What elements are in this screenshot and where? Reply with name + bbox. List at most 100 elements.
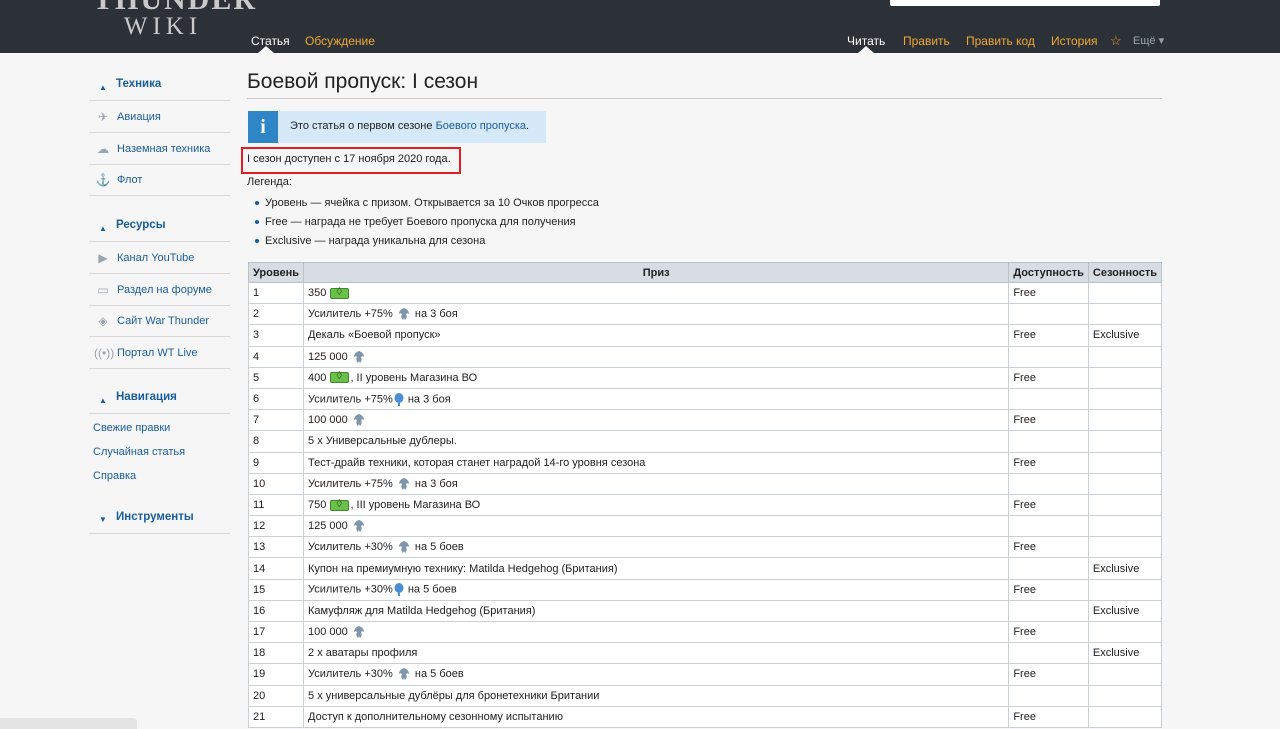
sidebar-item-wt-live[interactable]: ((•)) Портал WT Live [89, 338, 230, 369]
bullet-icon [255, 239, 259, 244]
prize-text: Тест-драйв техники, которая станет награ… [308, 456, 646, 469]
sidebar-section-resources[interactable]: ▲ Ресурсы [89, 213, 230, 242]
sidebar-link-random-article[interactable]: Случайная статья [93, 446, 185, 458]
sidebar-link-help[interactable]: Справка [93, 470, 136, 482]
prize-text: 100 000 [308, 626, 348, 638]
sidebar-item-label: Авиация [117, 111, 161, 123]
cell-level: 18 [247, 642, 305, 665]
cell-seasonality [1087, 387, 1163, 411]
research-points-icon [352, 519, 366, 533]
sidebar-item-label: Флот [117, 174, 143, 186]
table-header-row: Уровень Приз Доступность Сезонность [247, 262, 1163, 283]
table-row: 11750 , III уровень Магазина ВОFree [247, 493, 1163, 517]
notice-prefix: Это статья о первом сезоне [290, 120, 436, 132]
research-points-icon [352, 413, 366, 427]
cell-availability: Free [1008, 620, 1089, 644]
more-menu[interactable]: Ещё ▾ [1133, 34, 1164, 47]
legend-label: Легенда: [247, 176, 292, 188]
balloon-booster-icon [394, 392, 404, 406]
prize-text: Усилитель +30% [308, 541, 393, 554]
legend-item: Уровень — ячейка с призом. Открывается з… [255, 197, 599, 209]
cell-seasonality [1087, 663, 1163, 686]
cell-seasonality: Exclusive [1087, 642, 1163, 665]
table-row: 6 Усилитель +75% на 3 боя [247, 387, 1163, 411]
cell-seasonality [1087, 472, 1163, 495]
collapse-triangle-icon: ▲ [99, 396, 107, 405]
cell-prize: 100 000 [303, 620, 1010, 644]
title-divider [247, 98, 1162, 99]
cell-prize: Усилитель +30% на 5 боев [303, 536, 1010, 559]
prize-text: Камуфляж для Matilda Hedgehog (Британия) [308, 604, 536, 617]
collapse-triangle-icon: ▲ [99, 224, 107, 233]
balloon-booster-icon [394, 583, 404, 597]
cell-seasonality [1087, 493, 1163, 517]
sidebar-item-site[interactable]: ◈ Сайт War Thunder [89, 306, 230, 337]
cell-prize: 100 000 [303, 409, 1010, 432]
prize-text: Усилитель +30% [308, 583, 393, 596]
horizontal-scrollbar[interactable] [0, 718, 137, 729]
research-points-icon [397, 667, 411, 681]
research-points-icon [352, 625, 366, 639]
cell-seasonality [1087, 366, 1163, 389]
table-row: 4 125 000 [247, 345, 1163, 368]
cell-level: 13 [247, 536, 305, 559]
table-row: 1350 Free [247, 281, 1163, 305]
table-row: 3 Декаль «Боевой пропуск» Free Exclusive [247, 324, 1163, 347]
legend-text: Exclusive — награда уникальна для сезона [265, 235, 486, 247]
sidebar-item-label: Наземная техника [117, 143, 211, 155]
anchor-icon: ⚓ [95, 173, 111, 187]
wiki-logo[interactable]: THUNDER WIKI [93, 0, 255, 48]
tab-history[interactable]: История [1051, 34, 1098, 48]
cell-level: 17 [247, 620, 305, 644]
bullet-icon [255, 220, 259, 225]
table-row: 17 100 000 Free [247, 620, 1163, 644]
cell-availability [1008, 642, 1089, 665]
cell-prize: Усилитель +30% на 5 боев [303, 663, 1010, 686]
cell-availability: Free [1008, 705, 1089, 728]
battle-pass-link[interactable]: Боевого пропуска [436, 120, 526, 132]
cell-level: 12 [247, 515, 305, 538]
legend-text: Уровень — ячейка с призом. Открывается з… [265, 197, 599, 209]
sidebar-item-youtube[interactable]: ▶ Канал YouTube [89, 243, 230, 274]
cell-seasonality [1087, 430, 1163, 453]
cell-seasonality: Exclusive [1087, 557, 1163, 580]
cell-level: 4 [247, 345, 305, 368]
sidebar-section-tech[interactable]: ▲ Техника [89, 72, 230, 101]
cell-availability: Free [1008, 493, 1089, 517]
cell-availability: Free [1008, 281, 1089, 305]
chevron-down-icon: ▾ [1158, 35, 1165, 47]
tab-edit[interactable]: Править [903, 34, 950, 48]
sidebar-link-recent-changes[interactable]: Свежие правки [93, 422, 170, 434]
tab-edit-source[interactable]: Править код [966, 34, 1035, 48]
cell-seasonality [1087, 578, 1163, 601]
prize-text: 125 000 [308, 520, 348, 533]
sidebar-item-label: Портал WT Live [117, 347, 198, 359]
top-header: THUNDER WIKI Статья Обсуждение Читать Пр… [0, 0, 1280, 53]
expand-triangle-icon: ▼ [99, 515, 107, 524]
watch-star-icon[interactable]: ☆ [1110, 33, 1122, 49]
logo-bottom-text: WIKI [123, 13, 203, 40]
sidebar-section-navigation[interactable]: ▲ Навигация [89, 385, 230, 414]
search-input[interactable] [890, 0, 1160, 6]
availability-text: I сезон доступен с 17 ноября 2020 года. [247, 153, 451, 165]
tank-icon: ☁ [97, 142, 109, 156]
prize-text: 5 x универсальные дублёры для бронетехни… [308, 689, 600, 702]
cell-prize: 350 [303, 281, 1010, 305]
tab-discussion[interactable]: Обсуждение [305, 34, 375, 48]
cell-level: 19 [247, 663, 305, 686]
cell-level: 15 [247, 578, 305, 601]
prize-text: 100 000 [308, 414, 348, 427]
cell-prize: Тест-драйв техники, которая станет награ… [303, 451, 1010, 474]
cell-seasonality [1087, 409, 1163, 432]
cell-prize: Усилитель +75% на 3 боя [303, 303, 1010, 326]
sidebar-item-fleet[interactable]: ⚓ Флот [89, 165, 230, 196]
sidebar-item-ground[interactable]: ☁ Наземная техника [89, 134, 230, 165]
prize-suffix: на 5 боев [414, 541, 464, 554]
sidebar-item-forum[interactable]: ▭ Раздел на форуме [89, 275, 230, 306]
section-label: Навигация [116, 391, 177, 403]
cell-prize: 400 , II уровень Магазина ВО [303, 366, 1010, 389]
sidebar-item-aviation[interactable]: ✈ Авиация [89, 102, 230, 133]
cell-availability: Free [1008, 663, 1089, 686]
sidebar-section-tools[interactable]: ▼ Инструменты [89, 505, 230, 534]
plane-icon: ✈ [97, 110, 109, 124]
